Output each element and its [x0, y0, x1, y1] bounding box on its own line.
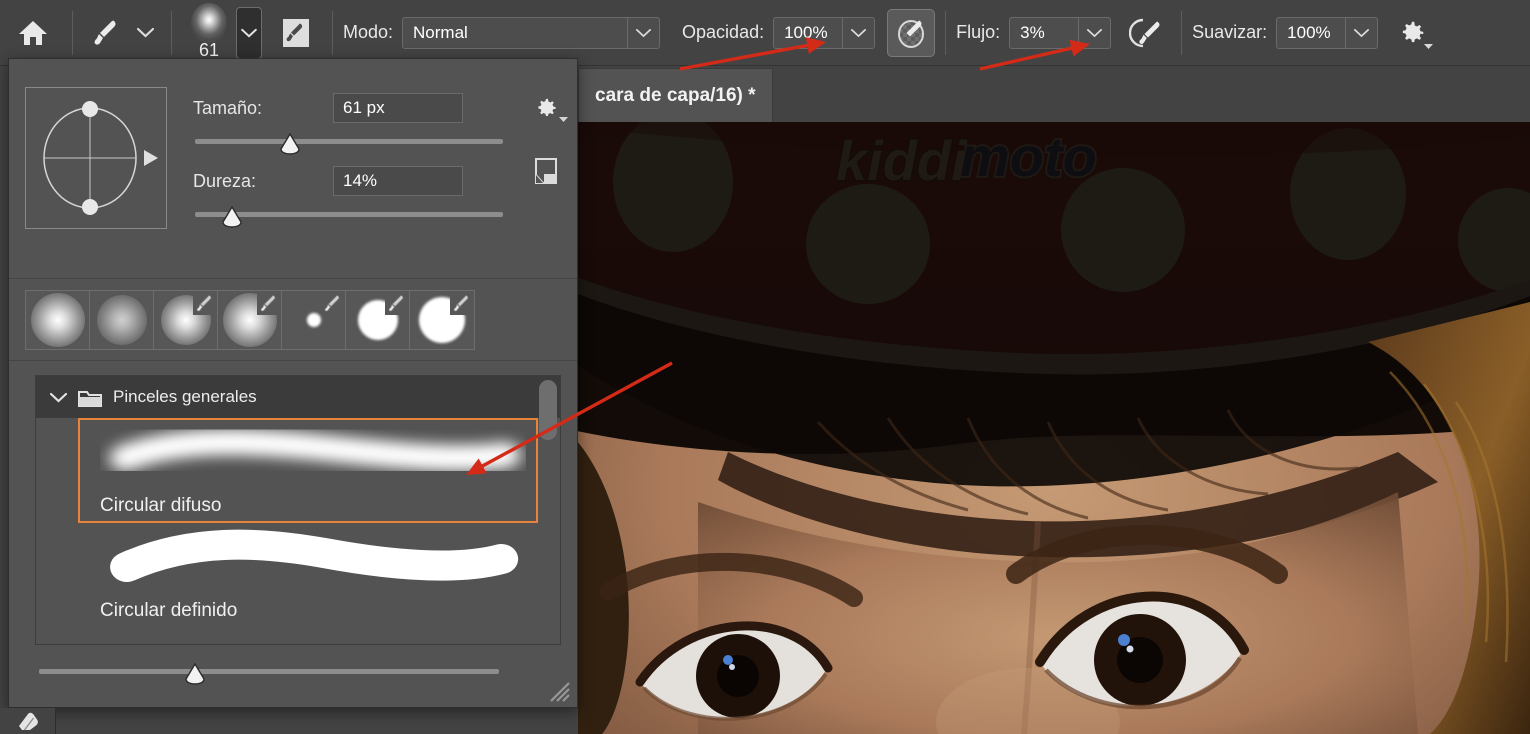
blend-mode-chevron-down-icon[interactable] — [627, 17, 659, 48]
flow-field[interactable]: 3% — [1009, 16, 1112, 49]
brush-stroke-preview-hard — [100, 527, 526, 597]
brush-panel-side-icons — [515, 87, 577, 278]
smoothing-field[interactable]: 100% — [1276, 16, 1379, 49]
flow-label: Flujo: — [956, 22, 1001, 42]
eraser-icon[interactable] — [16, 710, 40, 732]
toolbar-divider-5 — [1181, 10, 1183, 55]
opacity-chevron-down-icon[interactable] — [842, 17, 874, 48]
brush-group-title: Pinceles generales — [113, 387, 257, 406]
pressure-controls-opacity-icon[interactable] — [887, 8, 936, 57]
brush-preset-hard-round-pressure-size[interactable] — [346, 290, 410, 349]
document-photo: kiddi moto — [578, 122, 1530, 734]
airbrush-icon[interactable] — [1121, 9, 1171, 57]
brush-preset-soft-round-pressure-size[interactable] — [154, 290, 218, 349]
toolbar-divider-2 — [171, 10, 172, 55]
panel-gear-chevron-down-icon — [559, 117, 568, 122]
flow-chevron-down-icon[interactable] — [1078, 17, 1110, 48]
home-icon[interactable] — [4, 9, 62, 57]
tool-preset-chevron-down-icon[interactable] — [129, 9, 161, 57]
brush-preset-picker-panel[interactable]: Tamaño: 61 px Dureza: 14% Pinceles gener… — [8, 58, 578, 708]
brush-hardness-slider-track[interactable] — [195, 205, 503, 228]
brush-preset-soft-round-small-opacity[interactable] — [90, 290, 154, 349]
brush-size-input[interactable]: 61 px — [333, 93, 463, 123]
brush-angle-roundness-control[interactable] — [25, 87, 167, 229]
brush-hardness-label: Dureza: — [193, 170, 257, 191]
brush-size-hardness-sliders: Tamaño: 61 px Dureza: 14% — [167, 87, 515, 278]
mode-label: Modo: — [343, 22, 394, 42]
brush-preview[interactable]: 61 — [182, 2, 236, 63]
pressure-tip-icon — [321, 292, 343, 315]
brush-preset-thumbnail-strip — [9, 279, 577, 361]
gear-chevron-down-icon — [1424, 43, 1434, 49]
pressure-tip-icon — [385, 292, 407, 315]
toolbar-divider-3 — [332, 10, 333, 55]
brush-list-scrollbar[interactable] — [539, 380, 557, 640]
brush-list-item-label-1: Circular difuso — [100, 495, 222, 516]
brush-size-row: Tamaño: 61 px — [193, 93, 515, 155]
brush-panel-top-section: Tamaño: 61 px Dureza: 14% — [9, 59, 577, 279]
preset-tip-shape — [30, 292, 85, 347]
smoothing-chevron-down-icon[interactable] — [1345, 17, 1377, 48]
brush-preset-picker-chevron-down-icon[interactable] — [236, 6, 262, 59]
smoothing-value: 100% — [1287, 22, 1331, 42]
brush-list-item-label-2: Circular definido — [100, 600, 238, 621]
brush-settings-icon[interactable] — [270, 9, 322, 57]
brush-panel-gear-icon[interactable] — [533, 95, 568, 126]
brush-preset-soft-round-large[interactable] — [26, 290, 90, 349]
brush-hardness-slider-thumb[interactable] — [221, 205, 243, 228]
new-preset-icon[interactable] — [534, 158, 558, 189]
pressure-tip-icon — [257, 292, 279, 315]
brush-hardness-row: Dureza: 14% — [193, 166, 515, 228]
brush-preset-hard-round-tiny[interactable] — [282, 290, 346, 349]
brush-panel-bottom — [9, 645, 577, 707]
pressure-tip-icon — [450, 292, 472, 315]
blend-mode-select[interactable]: Normal — [402, 16, 661, 49]
brush-list-item-soft-round[interactable]: Circular difuso — [78, 418, 538, 523]
preset-tip-shape — [96, 294, 147, 345]
smoothing-options-gear-icon[interactable] — [1384, 9, 1440, 57]
brush-group-header[interactable]: Pinceles generales — [36, 376, 560, 418]
brush-preset-soft-round-pressure-opacity[interactable] — [218, 290, 282, 349]
toolbar-divider-4 — [945, 10, 947, 55]
tools-panel-strip[interactable] — [0, 708, 56, 734]
brush-stroke-preview-soft — [100, 422, 526, 492]
flow-value: 3% — [1020, 22, 1045, 42]
opacity-field[interactable]: 100% — [773, 16, 876, 49]
brush-hardness-input[interactable]: 14% — [333, 166, 463, 196]
photoshop-window: 61 Modo: Normal Opacidad: 100% Flujo: 3%… — [0, 0, 1530, 734]
pressure-tip-icon — [193, 292, 215, 315]
folder-icon — [78, 390, 102, 407]
blend-mode-value: Normal — [413, 22, 468, 42]
brush-size-label: Tamaño: — [193, 97, 263, 118]
preset-tip-shape — [306, 312, 321, 327]
brush-preset-row — [25, 289, 475, 350]
brush-size-slider-track[interactable] — [195, 132, 503, 155]
brush-preset-hard-round-pressure-opacity[interactable] — [410, 290, 474, 349]
group-chevron-down-icon[interactable] — [50, 392, 67, 403]
document-tab-title: cara de capa/16) * — [595, 84, 756, 106]
brush-size-slider-thumb[interactable] — [279, 132, 301, 155]
toolbar-divider — [72, 10, 73, 55]
smoothing-label: Suavizar: — [1192, 22, 1268, 42]
brush-list-scrollbar-thumb[interactable] — [539, 380, 557, 440]
brush-list-item-hard-round[interactable]: Circular definido — [78, 523, 538, 628]
brush-panel-bottom-slider-thumb[interactable] — [184, 662, 206, 685]
options-bar: 61 Modo: Normal Opacidad: 100% Flujo: 3%… — [0, 0, 1530, 66]
brush-tip-preview — [191, 2, 227, 43]
document-tab[interactable]: cara de capa/16) * — [578, 68, 773, 122]
paintbrush-icon[interactable] — [83, 9, 129, 57]
canvas-area[interactable]: kiddi moto — [578, 122, 1530, 734]
opacity-label: Opacidad: — [682, 22, 765, 42]
brush-preset-list[interactable]: Pinceles generales Circular difuso Circu… — [35, 375, 561, 645]
opacity-value: 100% — [784, 22, 828, 42]
brush-panel-bottom-slider-track[interactable] — [39, 662, 499, 685]
resize-grip-icon[interactable] — [543, 675, 571, 703]
